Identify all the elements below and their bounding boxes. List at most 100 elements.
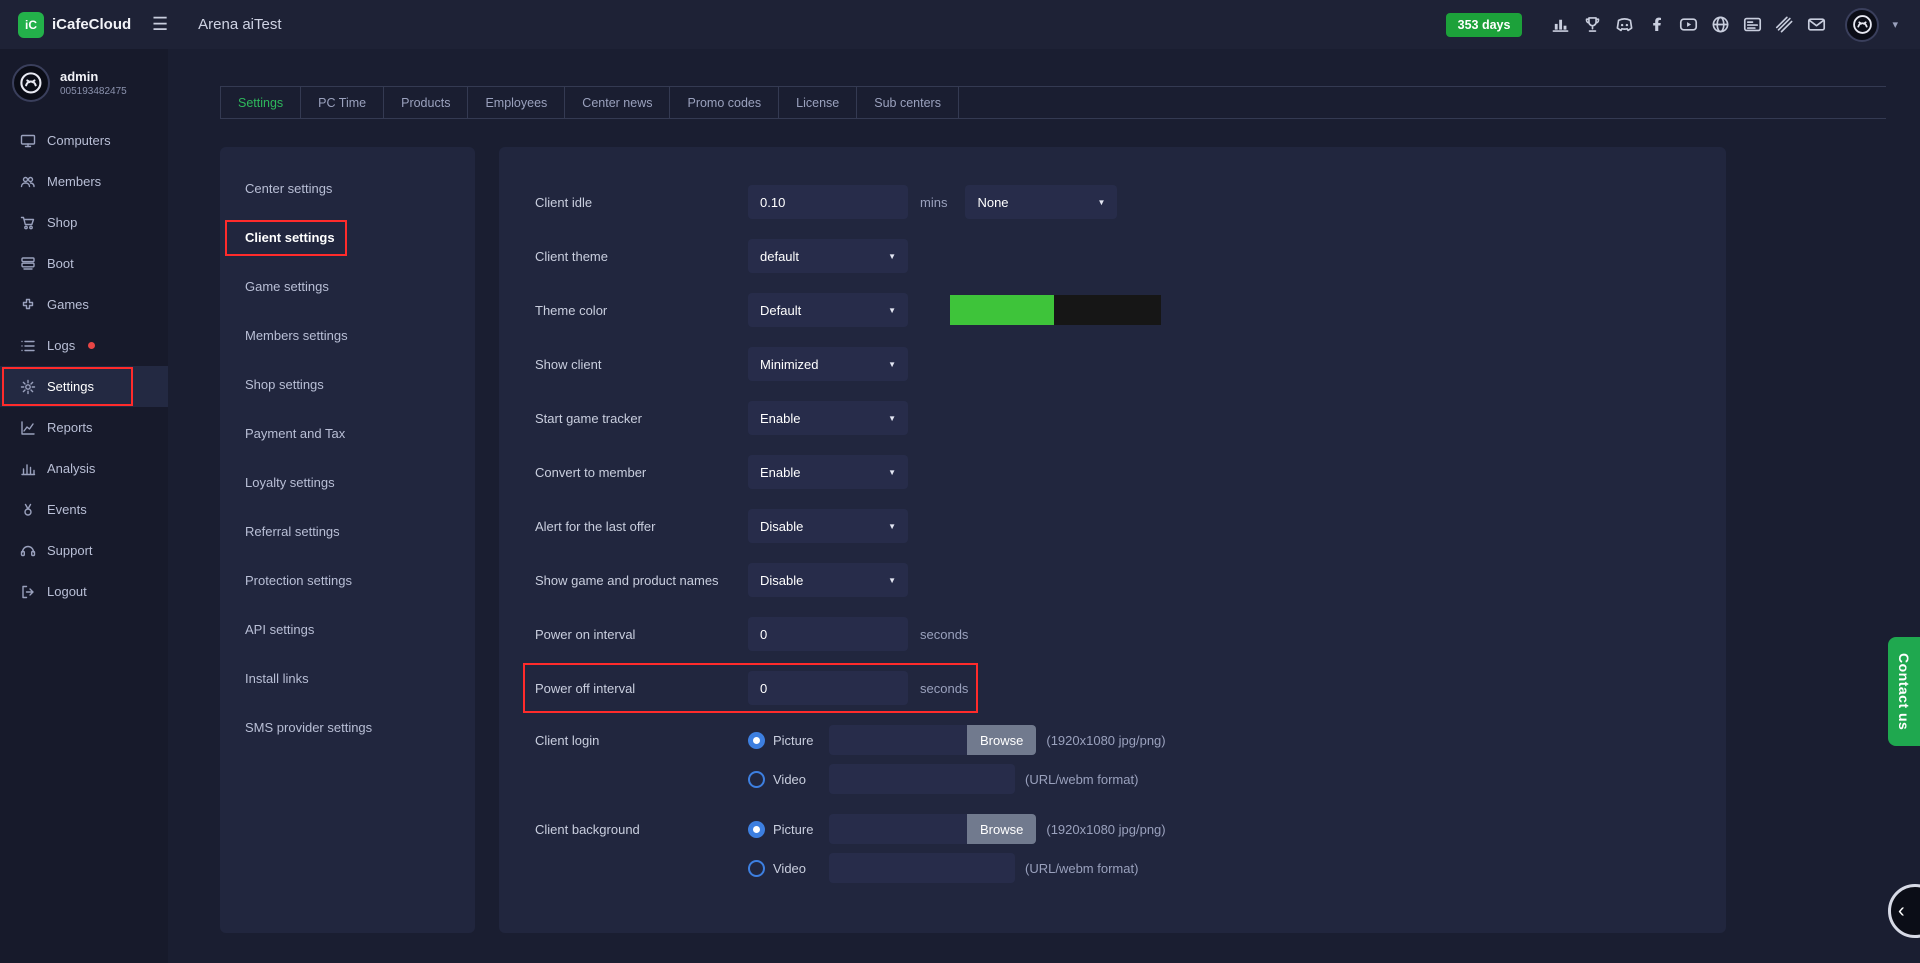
subnav-install-links[interactable]: Install links [220,663,475,694]
trophy-icon[interactable] [1583,15,1602,34]
sidebar-item-reports[interactable]: Reports [0,407,168,448]
sidebar-item-members[interactable]: Members [0,161,168,202]
client-login-video-input[interactable] [829,764,1015,794]
client-background-picture-input[interactable] [829,814,967,844]
field-label: Client idle [535,194,593,210]
start-game-tracker-select[interactable]: Enable ▼ [748,401,908,435]
user-menu-chevron-down-icon[interactable]: ▾ [1892,18,1898,31]
sidebar-item-settings[interactable]: Settings [0,366,168,407]
field-label: Power off interval [535,680,636,696]
hamburger-menu-icon[interactable]: ☰ [152,14,168,35]
client-login-browse-button[interactable]: Browse [967,725,1037,755]
facebook-icon[interactable] [1647,15,1666,34]
tab-license[interactable]: License [779,87,858,118]
youtube-icon[interactable] [1679,15,1698,34]
sidebar-item-label: Members [47,174,102,189]
sidebar-item-label: Settings [47,379,94,394]
topbar: iC iCafeCloud ☰ Arena aiTest 353 days ▾ [0,0,1920,49]
sidebar-item-logout[interactable]: Logout [0,571,168,612]
tab-center-news[interactable]: Center news [565,87,671,118]
games-icon [20,297,36,313]
sidebar-item-support[interactable]: Support [0,530,168,571]
sidebar-item-games[interactable]: Games [0,284,168,325]
sidebar-item-label: Events [47,502,87,517]
format-hint: (1920x1080 jpg/png) [1046,821,1166,837]
power-on-interval-input[interactable] [748,617,908,651]
show-client-select[interactable]: Minimized ▼ [748,347,908,381]
convert-to-member-select[interactable]: Enable ▼ [748,455,908,489]
sidebar-item-label: Logs [47,338,76,353]
tab-settings[interactable]: Settings [220,87,302,118]
sidebar-item-events[interactable]: Events [0,489,168,530]
tab-pc-time[interactable]: PC Time [301,87,385,118]
unit-label: seconds [920,626,969,642]
power-off-interval-input[interactable] [748,671,908,705]
theme-color-select[interactable]: Default ▼ [748,293,908,327]
subnav-loyalty-settings[interactable]: Loyalty settings [220,467,475,498]
tab-products[interactable]: Products [384,87,469,118]
theme-color-preview [950,295,1161,325]
start-game-tracker-row: Start game tracker Enable ▼ [535,401,1690,435]
discord-icon[interactable] [1615,15,1634,34]
alert-last-offer-select[interactable]: Disable ▼ [748,509,908,543]
page-title: Arena aiTest [198,16,282,33]
subnav-api-settings[interactable]: API settings [220,614,475,645]
client-login-video-radio[interactable] [748,770,765,788]
theme-color-row: Theme color Default ▼ [535,293,1690,327]
chevron-down-icon: ▼ [888,413,896,423]
sidebar-user-block[interactable]: admin 005193482475 [0,49,168,120]
client-background-picture-radio[interactable] [748,820,765,838]
user-avatar[interactable] [1845,7,1880,42]
subnav-center-settings[interactable]: Center settings [220,173,475,204]
power-on-interval-row: Power on interval seconds [535,617,1690,651]
client-theme-select[interactable]: default ▼ [748,239,908,273]
chart-icon[interactable] [1551,15,1570,34]
sidebar-item-label: Boot [47,256,74,271]
tab-employees[interactable]: Employees [468,87,566,118]
boot-icon [20,256,36,272]
client-background-browse-button[interactable]: Browse [967,814,1037,844]
sidebar-item-logs[interactable]: Logs [0,325,168,366]
subnav-game-settings[interactable]: Game settings [220,271,475,302]
chevron-down-icon: ▼ [888,575,896,585]
client-background-video-radio[interactable] [748,859,765,877]
client-login-picture-input[interactable] [829,725,967,755]
mail-icon[interactable] [1807,15,1826,34]
license-days-badge[interactable]: 353 days [1445,12,1523,37]
field-label: Show game and product names [535,572,719,588]
subnav-protection-settings[interactable]: Protection settings [220,565,475,596]
globe-icon[interactable] [1711,15,1730,34]
chevron-down-icon: ▼ [888,521,896,531]
tab-sub-centers[interactable]: Sub centers [857,87,959,118]
client-login-picture-radio[interactable] [748,731,765,749]
convert-to-member-row: Convert to member Enable ▼ [535,455,1690,489]
show-game-product-names-select[interactable]: Disable ▼ [748,563,908,597]
sidebar-item-shop[interactable]: Shop [0,202,168,243]
members-icon [20,174,36,190]
client-idle-input[interactable] [748,185,908,219]
alert-last-offer-row: Alert for the last offer Disable ▼ [535,509,1690,543]
card-icon[interactable] [1743,15,1762,34]
stripes-icon[interactable] [1775,15,1794,34]
sidebar-item-analysis[interactable]: Analysis [0,448,168,489]
field-label: Client background [535,822,640,837]
client-background-video-input[interactable] [829,853,1015,883]
sidebar-item-boot[interactable]: Boot [0,243,168,284]
user-id: 005193482475 [60,86,127,97]
chevron-left-icon: ‹ [1898,899,1905,922]
subnav-client-settings[interactable]: Client settings [220,220,475,256]
subnav-shop-settings[interactable]: Shop settings [220,369,475,400]
subnav-members-settings[interactable]: Members settings [220,320,475,351]
contact-us-button[interactable]: Contact us [1888,637,1920,747]
brand[interactable]: iC iCafeCloud [18,11,138,38]
settings-subnav: Center settings Client settings Game set… [220,147,475,933]
tab-promo-codes[interactable]: Promo codes [670,87,780,118]
client-theme-row: Client theme default ▼ [535,239,1690,273]
subnav-referral-settings[interactable]: Referral settings [220,516,475,547]
show-client-row: Show client Minimized ▼ [535,347,1690,381]
client-idle-action-select[interactable]: None ▼ [965,185,1118,219]
sidebar-item-computers[interactable]: Computers [0,120,168,161]
subnav-payment-and-tax[interactable]: Payment and Tax [220,418,475,449]
subnav-sms-provider-settings[interactable]: SMS provider settings [220,712,475,743]
chevron-down-icon: ▼ [888,359,896,369]
